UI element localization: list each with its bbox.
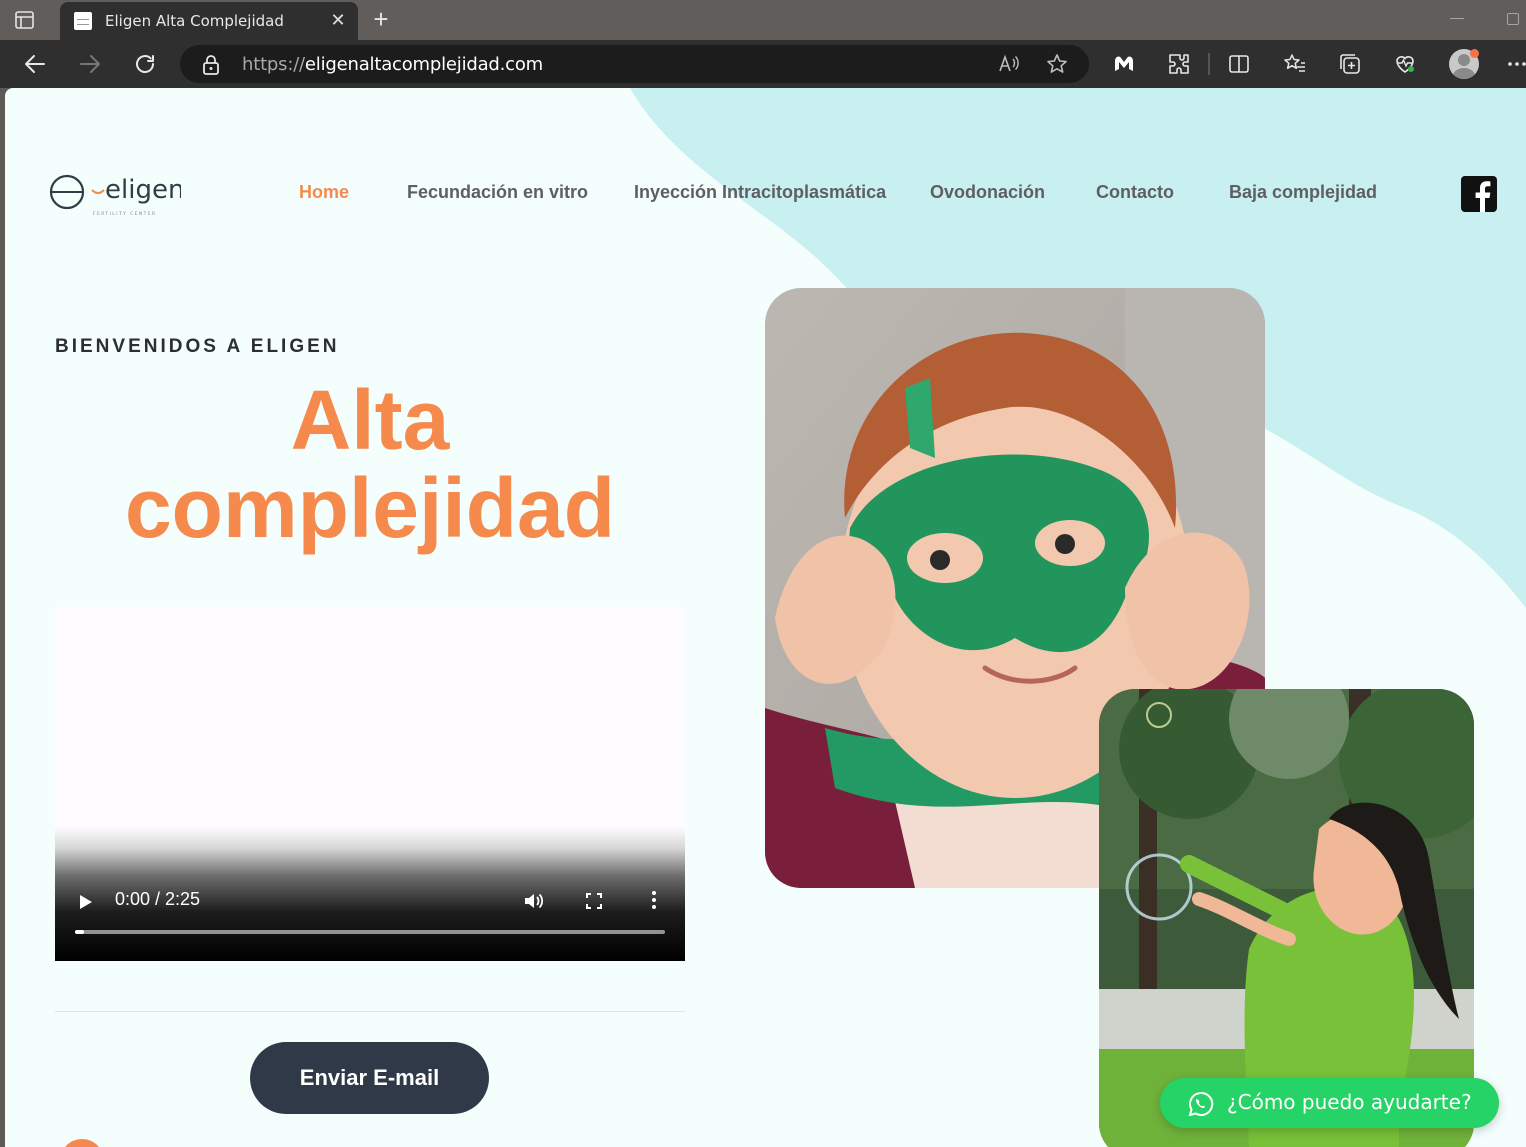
read-aloud-icon[interactable] [998,53,1020,75]
page-viewport: eligen FERTILITY CENTER Home Fecundación… [5,88,1526,1147]
nav-inyeccion-intracitoplasmatica[interactable]: Inyección Intracitoplasmática [634,182,886,203]
browser-toolbar: https://eligenaltacomplejidad.com [0,40,1526,88]
refresh-icon[interactable] [131,50,159,78]
malwarebytes-icon[interactable] [1112,52,1136,76]
hero-title-line2: complejidad [124,461,616,555]
volume-icon[interactable] [523,890,545,917]
tab-title: Eligen Alta Complejidad [105,12,284,30]
new-tab-button[interactable]: + [368,6,394,32]
address-bar[interactable]: https://eligenaltacomplejidad.com [180,45,1089,83]
browser-essentials-icon[interactable] [1393,52,1417,76]
send-email-button[interactable]: Enviar E-mail [250,1042,489,1114]
logo-wordmark: eligen [105,175,181,205]
section-divider [55,1011,685,1012]
url-text[interactable]: https://eligenaltacomplejidad.com [242,54,543,75]
facebook-icon[interactable] [1461,176,1497,212]
lock-icon[interactable] [202,55,220,80]
video-progress-fill [75,930,84,934]
welcome-eyebrow: BIENVENIDOS A ELIGEN [55,336,340,357]
whatsapp-label: ¿Cómo puedo ayudarte? [1227,1090,1472,1114]
video-more-icon[interactable] [651,890,657,915]
video-progress-track[interactable] [75,930,665,934]
browser-titlebar: Eligen Alta Complejidad ✕ + [0,0,1526,40]
video-time: 0:00 / 2:25 [115,889,201,909]
logo-tagline: FERTILITY CENTER [93,211,157,217]
site-logo[interactable]: eligen FERTILITY CENTER [49,172,184,223]
profile-notification-dot [1470,49,1479,58]
url-host: eligenaltacomplejidad.com [304,54,544,75]
favorites-icon[interactable] [1283,52,1307,76]
back-icon[interactable] [21,50,49,78]
site-favicon-icon [74,12,92,30]
nav-ovodonacion[interactable]: Ovodonación [930,182,1045,203]
sidebar-toggle-icon[interactable] [14,9,36,31]
split-screen-icon[interactable] [1227,52,1251,76]
nav-contacto[interactable]: Contacto [1096,182,1174,203]
url-scheme: https:// [242,54,305,75]
whatsapp-chat-button[interactable]: ¿Cómo puedo ayudarte? [1160,1078,1499,1128]
browser-tab[interactable]: Eligen Alta Complejidad ✕ [60,2,358,40]
extensions-icon[interactable] [1167,52,1191,76]
more-icon[interactable] [1505,52,1526,76]
nav-home[interactable]: Home [299,182,349,203]
hero-title: Alta complejidad [55,376,685,552]
nav-baja-complejidad[interactable]: Baja complejidad [1229,182,1377,203]
toolbar-separator [1208,53,1210,75]
collections-icon[interactable] [1338,52,1362,76]
whatsapp-icon [1188,1091,1214,1122]
forward-icon[interactable] [76,50,104,78]
favorite-star-icon[interactable] [1046,53,1068,75]
fullscreen-icon[interactable] [585,892,603,915]
nav-fecundacion-en-vitro[interactable]: Fecundación en vitro [407,182,588,203]
close-tab-icon[interactable]: ✕ [328,10,348,30]
minimize-icon[interactable] [1450,18,1464,19]
play-icon[interactable] [79,894,93,915]
video-player[interactable]: 0:00 / 2:25 [55,607,685,961]
hero-title-line1: Alta [290,373,450,467]
maximize-icon[interactable] [1507,13,1519,25]
